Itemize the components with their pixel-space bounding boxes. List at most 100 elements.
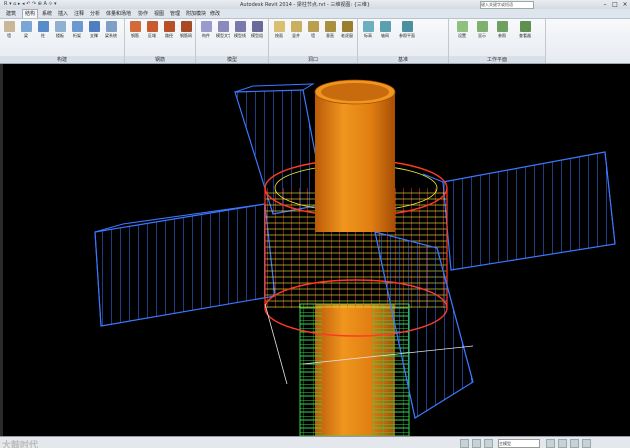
tool-wall-opening[interactable]: 墙	[306, 21, 320, 49]
tab-analyze[interactable]: 分析	[90, 10, 100, 17]
filter-icon[interactable]	[484, 439, 493, 448]
title-bar: R ▾ ⌂ ▸ ◂ ↶ ↷ ⊕ A ⟐ ▾ Autodesk Revit 201…	[0, 0, 630, 9]
ref-workplane-icon	[496, 21, 508, 32]
area-reinforcement-icon	[146, 21, 158, 32]
quick-access-toolbar[interactable]: R ▾ ⌂ ▸ ◂ ↶ ↷ ⊕ A ⟐ ▾	[4, 1, 57, 7]
tool-fabric[interactable]: 钢筋网	[179, 21, 193, 49]
lower-column[interactable]	[299, 303, 410, 437]
upper-column-body	[315, 92, 395, 232]
shaft-icon	[290, 21, 302, 32]
tool-ref-workplane[interactable]: 参照	[495, 21, 509, 49]
design-options-icon[interactable]	[472, 439, 481, 448]
ribbon-tabs: 建筑 结构 系统 插入 注释 分析 体量和场地 协作 视图 管理 附加模块 修改	[0, 9, 630, 19]
tool-column[interactable]: 柱	[36, 21, 50, 49]
tool-shaft[interactable]: 竖井	[289, 21, 303, 49]
tool-dormer[interactable]: 老虎窗	[340, 21, 354, 49]
column-icon	[37, 21, 49, 32]
tool-model-line[interactable]: 模型线	[233, 21, 247, 49]
tool-model-text[interactable]: 模型文字	[216, 21, 230, 49]
rebar-icon	[129, 21, 141, 32]
tab-addins[interactable]: 附加模块	[186, 10, 206, 17]
tool-ref-plane[interactable]: 参照平面	[395, 21, 419, 49]
group-work-plane: 设置 显示 参照 查看器 工作平面	[449, 19, 546, 63]
group-structure: 墙 梁 柱 楼板 桁架 支撑 梁系统 构建	[0, 19, 125, 63]
close-icon[interactable]: ×	[620, 0, 630, 9]
dormer-icon	[341, 21, 353, 32]
tool-floor[interactable]: 楼板	[53, 21, 67, 49]
minimize-icon[interactable]: –	[600, 0, 610, 9]
set-workplane-icon	[456, 21, 468, 32]
tab-collaborate[interactable]: 协作	[138, 10, 148, 17]
upper-column-top-inner	[321, 83, 389, 101]
tool-truss[interactable]: 桁架	[70, 21, 84, 49]
beam-icon	[20, 21, 32, 32]
worksets-icon[interactable]	[460, 439, 469, 448]
tab-manage[interactable]: 管理	[170, 10, 180, 17]
tool-vertical-opening[interactable]: 垂直	[323, 21, 337, 49]
3d-viewport[interactable]	[3, 64, 630, 437]
beam-right[interactable]	[422, 151, 616, 271]
beam-system-icon	[105, 21, 117, 32]
upper-column[interactable]	[314, 79, 396, 232]
tool-wall[interactable]: 墙	[2, 21, 16, 49]
tab-massing-site[interactable]: 体量和场地	[106, 10, 131, 17]
tool-grid[interactable]: 轴网	[378, 21, 392, 49]
3d-model-canvas[interactable]	[3, 64, 630, 437]
group-datum: 标高 轴网 参照平面 基准	[358, 19, 449, 63]
tab-view[interactable]: 视图	[154, 10, 164, 17]
viewer-icon	[519, 21, 531, 32]
select-by-face-icon[interactable]	[582, 439, 591, 448]
by-face-icon	[273, 21, 285, 32]
revit-window: R ▾ ⌂ ▸ ◂ ↶ ↷ ⊕ A ⟐ ▾ Autodesk Revit 201…	[0, 0, 630, 448]
tab-modify[interactable]: 修改	[210, 10, 220, 17]
group-label-datum: 基准	[358, 56, 448, 63]
beam-left-rebar	[94, 203, 276, 327]
tool-level[interactable]: 标高	[361, 21, 375, 49]
beam-left[interactable]	[94, 203, 276, 327]
ref-plane-icon	[401, 21, 413, 32]
truss-icon	[71, 21, 83, 32]
search-input[interactable]: 键入关键字或短语	[480, 1, 534, 9]
status-bar: 大鼓时代 主模型	[0, 436, 630, 448]
beam-right-rebar	[442, 151, 616, 271]
group-label-opening: 洞口	[269, 56, 357, 63]
tool-brace[interactable]: 支撑	[87, 21, 101, 49]
group-label-model: 模型	[196, 56, 268, 63]
group-opening: 按面 竖井 墙 垂直 老虎窗 洞口	[269, 19, 358, 63]
tool-show-workplane[interactable]: 显示	[475, 21, 489, 49]
tool-path-reinforcement[interactable]: 路径	[162, 21, 176, 49]
model-selector[interactable]: 主模型	[498, 439, 540, 448]
tool-component[interactable]: 构件	[199, 21, 213, 49]
model-group-icon	[251, 21, 263, 32]
group-model: 构件 模型文字 模型线 模型组 模型	[196, 19, 269, 63]
tab-structure[interactable]: 结构	[22, 9, 39, 18]
tool-rebar[interactable]: 钢筋	[128, 21, 142, 49]
floor-icon	[54, 21, 66, 32]
vertical-opening-icon	[324, 21, 336, 32]
tool-area-reinforcement[interactable]: 区域	[145, 21, 159, 49]
tab-systems[interactable]: 系统	[42, 10, 52, 17]
tab-architecture[interactable]: 建筑	[6, 10, 16, 17]
group-reinforcement: 钢筋 区域 路径 钢筋网 钢筋	[125, 19, 196, 63]
select-pinned-icon[interactable]	[570, 439, 579, 448]
tab-insert[interactable]: 插入	[58, 10, 68, 17]
window-title: Autodesk Revit 2014 - 梁柱节点.rvt - 三维视图: {…	[240, 2, 371, 8]
tab-annotate[interactable]: 注释	[74, 10, 84, 17]
tool-model-group[interactable]: 模型组	[250, 21, 264, 49]
group-label-structure: 构建	[0, 56, 124, 63]
select-underlay-icon[interactable]	[558, 439, 567, 448]
tool-set-workplane[interactable]: 设置	[455, 21, 469, 49]
tool-viewer[interactable]: 查看器	[515, 21, 535, 49]
tool-beam-system[interactable]: 梁系统	[104, 21, 118, 49]
brace-icon	[88, 21, 100, 32]
select-links-icon[interactable]	[546, 439, 555, 448]
grid-icon	[379, 21, 391, 32]
model-line-icon	[234, 21, 246, 32]
tool-by-face[interactable]: 按面	[272, 21, 286, 49]
tool-beam[interactable]: 梁	[19, 21, 33, 49]
component-icon	[200, 21, 212, 32]
fabric-icon	[180, 21, 192, 32]
maximize-icon[interactable]: □	[610, 0, 620, 9]
model-text-icon	[217, 21, 229, 32]
ribbon-panel: 墙 梁 柱 楼板 桁架 支撑 梁系统 构建 钢筋 区域 路径 钢筋网 钢筋 构件…	[0, 19, 630, 64]
